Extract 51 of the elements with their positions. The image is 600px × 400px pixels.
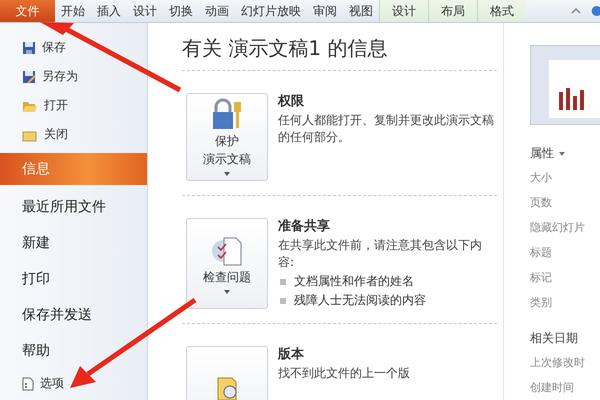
menu-command[interactable]: 选项 (0, 369, 147, 398)
ribbon-tab[interactable]: 文件 (0, 0, 55, 22)
document-icon (22, 376, 34, 390)
date-label: 创建时间 (530, 380, 575, 396)
menu-command[interactable]: 关闭 (0, 120, 147, 149)
menu-page[interactable]: 打印 (0, 261, 147, 297)
property-label: 隐藏幻灯片 (530, 220, 586, 236)
section-button[interactable]: 保护 演示文稿 (186, 93, 268, 181)
section-description: 任何人都能打开、复制并更改此演示文稿的任何部分。 (278, 112, 495, 146)
dates-heading: 相关日期 (530, 330, 579, 347)
properties-heading[interactable]: 属性 (530, 145, 554, 162)
bullet-square-icon (280, 298, 286, 304)
ribbon-tab[interactable]: 幻灯片放映 (235, 0, 307, 22)
ribbon-tab[interactable]: 设计 (379, 0, 428, 22)
page-title: 有关 演示文稿1 的信息 (182, 35, 497, 71)
property-label: 页数 (530, 195, 553, 211)
property-label: 大小 (530, 170, 553, 186)
property-label: 类别 (530, 295, 553, 311)
menu-page[interactable]: 新建 (0, 225, 147, 261)
ribbon-tab[interactable]: 动画 (199, 0, 235, 22)
ribbon-tab[interactable]: 插入 (91, 0, 127, 22)
ribbon-tab[interactable]: 审阅 (307, 0, 343, 22)
bullet-square-icon (280, 278, 286, 284)
padlock-key-icon (210, 98, 244, 132)
menu-command[interactable]: 保存 (0, 33, 147, 62)
ribbon-tab[interactable]: 视图 (343, 0, 379, 22)
menu-command[interactable]: 打开 (0, 91, 147, 120)
floppy-disk-pencil-icon (22, 70, 36, 84)
menu-page[interactable]: 保存并发送 (0, 297, 147, 333)
menu-command[interactable]: 另存为 (0, 62, 147, 91)
menu-page[interactable]: 最近所用文件 (0, 189, 147, 225)
section-description: 在共享此文件前，请注意其包含以下内容: (278, 237, 483, 271)
section-description: 找不到此文件的上一个版 (278, 365, 410, 382)
dropdown-caret-icon[interactable] (559, 152, 565, 156)
ribbon-tab[interactable]: 设计 (127, 0, 163, 22)
ribbon-tab[interactable]: 开始 (55, 0, 91, 22)
ribbon-tab[interactable]: 布局 (428, 0, 477, 22)
dropdown-caret-icon (224, 290, 230, 294)
bullet-text: 文档属性和作者的姓名 (294, 273, 414, 290)
section-heading: 权限 (278, 93, 305, 110)
ribbon-tab[interactable]: 格式 (477, 0, 526, 22)
section-button[interactable]: 检查问题 (186, 218, 268, 309)
menu-page[interactable]: 帮助 (0, 333, 147, 369)
bullet-text: 残障人士无法阅读的内容 (294, 292, 426, 309)
property-label: 标记 (530, 270, 553, 286)
dropdown-caret-icon (224, 172, 230, 176)
section-heading: 准备共享 (278, 218, 331, 235)
date-label: 上次修改时 (530, 355, 586, 371)
ribbon-tab[interactable]: 切换 (163, 0, 199, 22)
property-label: 标题 (530, 245, 553, 261)
section-heading: 版本 (278, 346, 305, 363)
